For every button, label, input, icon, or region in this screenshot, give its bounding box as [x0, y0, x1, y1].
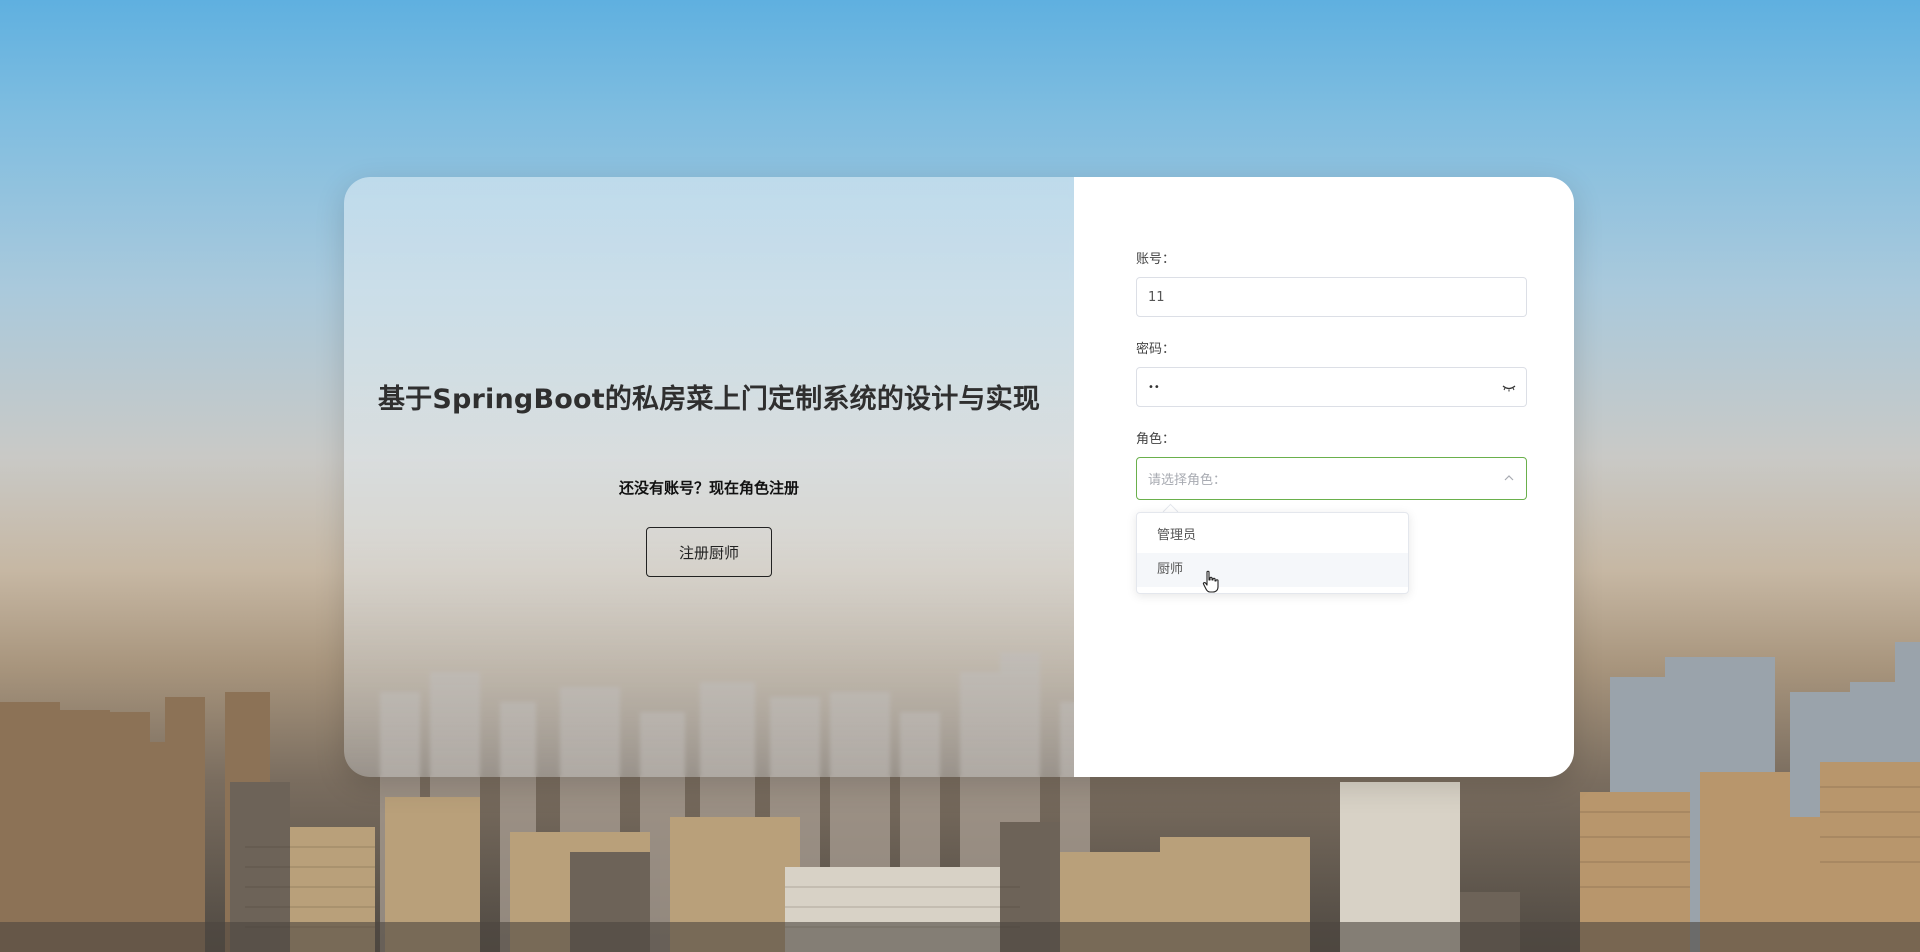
card-left-panel: 基于SpringBoot的私房菜上门定制系统的设计与实现 还没有账号？现在角色注… [344, 177, 1074, 777]
password-input[interactable]: •• [1136, 367, 1527, 407]
login-page: 基于SpringBoot的私房菜上门定制系统的设计与实现 还没有账号？现在角色注… [0, 0, 1920, 952]
site-title: 基于SpringBoot的私房菜上门定制系统的设计与实现 [377, 384, 1041, 415]
account-input[interactable]: 11 [1136, 277, 1527, 317]
password-label: 密码： [1136, 342, 1176, 357]
role-dropdown: 管理员 厨师 [1136, 512, 1409, 594]
role-option-chef[interactable]: 厨师 [1137, 553, 1408, 587]
role-placeholder: 请选择角色： [1148, 473, 1227, 488]
role-select[interactable]: 请选择角色： [1136, 457, 1527, 500]
register-hint: 还没有账号？现在角色注册 [618, 479, 799, 497]
account-label: 账号： [1136, 252, 1176, 267]
register-chef-button[interactable]: 注册厨师 [646, 527, 772, 577]
card-right-form: 账号： 11 密码： •• 角色： 请选择角色： [1074, 177, 1574, 777]
login-card: 基于SpringBoot的私房菜上门定制系统的设计与实现 还没有账号？现在角色注… [344, 177, 1574, 777]
chevron-up-icon [1504, 475, 1514, 481]
eye-closed-icon[interactable] [1502, 381, 1516, 393]
hand-pointer-cursor-icon [1202, 570, 1219, 593]
role-label: 角色： [1136, 432, 1176, 447]
account-value: 11 [1148, 289, 1165, 305]
role-option-admin[interactable]: 管理员 [1137, 519, 1408, 553]
password-value: •• [1148, 381, 1160, 393]
